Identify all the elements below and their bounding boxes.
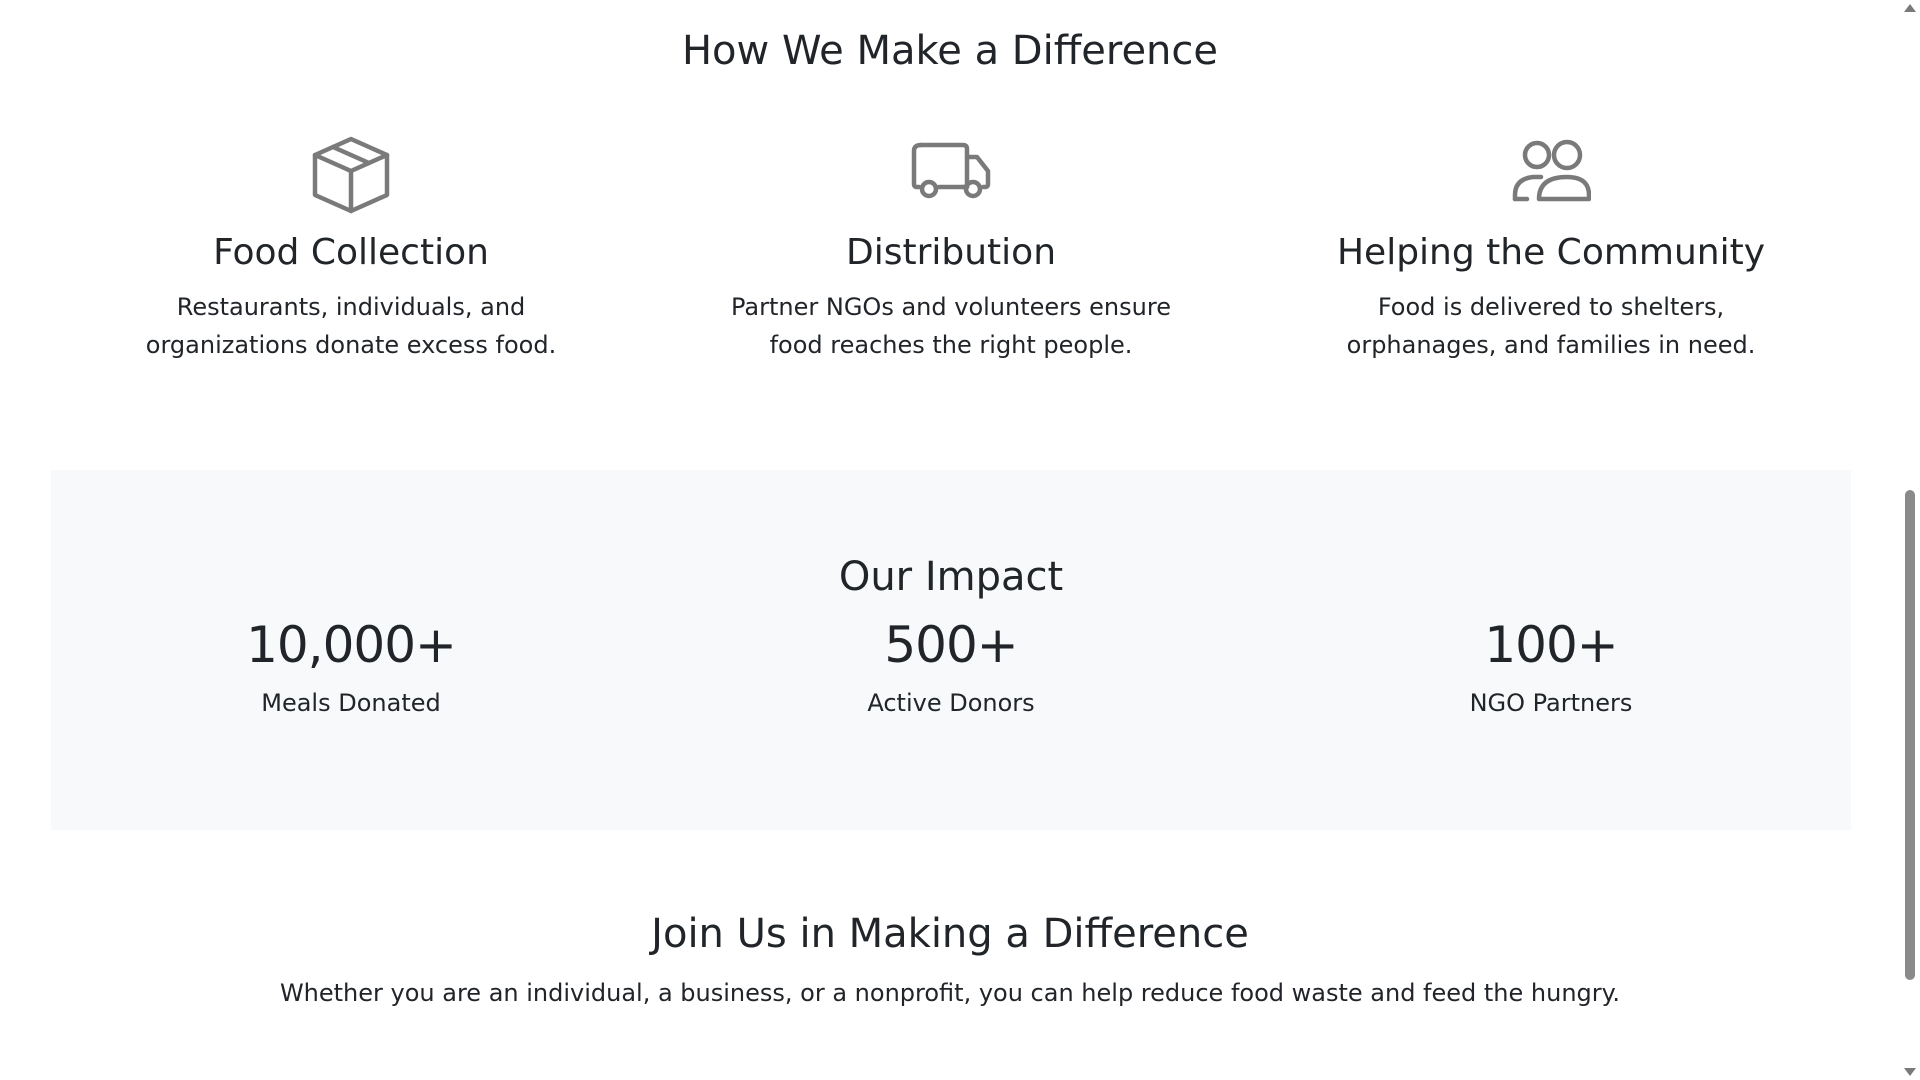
feature-distribution: Distribution Partner NGOs and volunteers…: [651, 135, 1251, 364]
feature-title: Food Collection: [213, 232, 489, 273]
stat-value: 10,000+: [246, 616, 457, 674]
impact-title: Our Impact: [838, 554, 1064, 600]
box-icon: [311, 135, 391, 215]
people-icon: [1511, 135, 1591, 215]
join-text: Whether you are an individual, a busines…: [279, 979, 1621, 1007]
feature-description: Food is delivered to shelters, orphanage…: [1346, 293, 1756, 360]
how-section-title: How We Make a Difference: [681, 28, 1219, 74]
stat-meals-donated: 10,000+ Meals Donated: [51, 615, 651, 718]
features-row: Food Collection Restaurants, individuals…: [51, 135, 1851, 364]
scrollbar-thumb[interactable]: [1905, 490, 1915, 980]
feature-title: Helping the Community: [1336, 232, 1766, 273]
stats-row: 10,000+ Meals Donated 500+ Active Donors…: [51, 615, 1851, 718]
stat-ngo-partners: 100+ NGO Partners: [1251, 615, 1851, 718]
scroll-down-arrow-icon[interactable]: [1904, 1068, 1916, 1076]
stat-active-donors: 500+ Active Donors: [651, 615, 1251, 718]
feature-food-collection: Food Collection Restaurants, individuals…: [51, 135, 651, 364]
page: How We Make a Difference Food Collection…: [0, 0, 1900, 1080]
stat-label: Active Donors: [867, 689, 1035, 717]
feature-description: Restaurants, individuals, and organizati…: [145, 293, 557, 360]
feature-helping-community: Helping the Community Food is delivered …: [1251, 135, 1851, 364]
vertical-scrollbar[interactable]: [1900, 0, 1920, 1080]
stat-value: 100+: [1484, 616, 1618, 674]
stat-label: Meals Donated: [261, 689, 441, 717]
stat-value: 500+: [884, 616, 1018, 674]
join-title: Join Us in Making a Difference: [651, 911, 1249, 957]
impact-section: Our Impact 10,000+ Meals Donated 500+ Ac…: [51, 470, 1851, 830]
feature-title: Distribution: [845, 232, 1057, 273]
truck-icon: [911, 135, 991, 215]
feature-description: Partner NGOs and volunteers ensure food …: [731, 293, 1171, 360]
stat-label: NGO Partners: [1469, 689, 1633, 717]
scroll-up-arrow-icon[interactable]: [1904, 4, 1916, 12]
